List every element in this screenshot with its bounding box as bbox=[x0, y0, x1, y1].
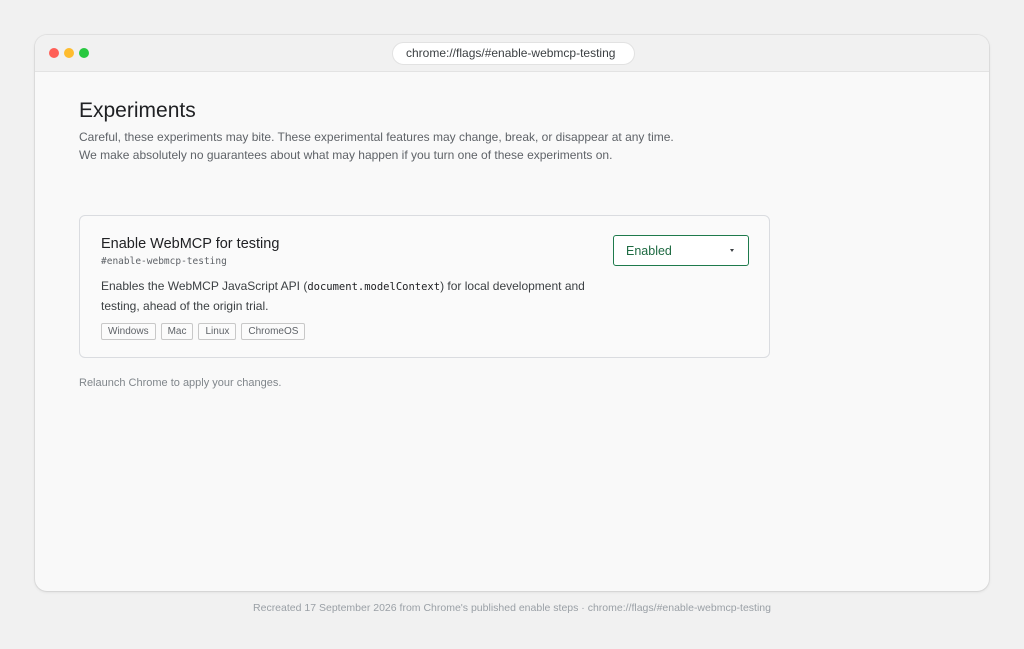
flag-description-before: Enables the WebMCP JavaScript API ( bbox=[101, 279, 308, 293]
flag-card: Enable WebMCP for testing #enable-webmcp… bbox=[79, 215, 770, 358]
flag-id[interactable]: #enable-webmcp-testing bbox=[101, 256, 227, 267]
platform-tag-chromeos: ChromeOS bbox=[241, 323, 306, 340]
page-subtitle: Careful, these experiments may bite. The… bbox=[79, 130, 674, 162]
zoom-window-button[interactable] bbox=[79, 48, 89, 58]
flag-state-select[interactable]: Enabled bbox=[613, 235, 749, 266]
browser-window: chrome://flags/#enable-webmcp-testing Ex… bbox=[35, 35, 989, 591]
platform-tag-mac: Mac bbox=[160, 323, 194, 340]
platform-tag-linux: Linux bbox=[198, 323, 237, 340]
close-window-button[interactable] bbox=[49, 48, 59, 58]
flag-description-code: document.modelContext bbox=[307, 281, 441, 293]
chevron-down-icon bbox=[730, 249, 734, 252]
flags-page: Experiments Careful, these experiments m… bbox=[79, 98, 979, 389]
address-bar-text: chrome://flags/#enable-webmcp-testing bbox=[406, 46, 616, 60]
flag-description: Enables the WebMCP JavaScript API (docum… bbox=[101, 277, 601, 316]
title-bar: chrome://flags/#enable-webmcp-testing bbox=[35, 35, 989, 72]
footer-caption: Recreated 17 September 2026 from Chrome'… bbox=[253, 602, 771, 614]
platform-tag-windows: Windows bbox=[101, 323, 156, 340]
page-title: Experiments bbox=[79, 99, 196, 122]
minimize-window-button[interactable] bbox=[64, 48, 74, 58]
platform-tags: Windows Mac Linux ChromeOS bbox=[101, 323, 306, 340]
flag-state-value: Enabled bbox=[626, 243, 672, 258]
address-bar[interactable]: chrome://flags/#enable-webmcp-testing bbox=[392, 42, 635, 65]
flag-name: Enable WebMCP for testing bbox=[101, 236, 280, 252]
relaunch-note: Relaunch Chrome to apply your changes. bbox=[79, 377, 282, 389]
